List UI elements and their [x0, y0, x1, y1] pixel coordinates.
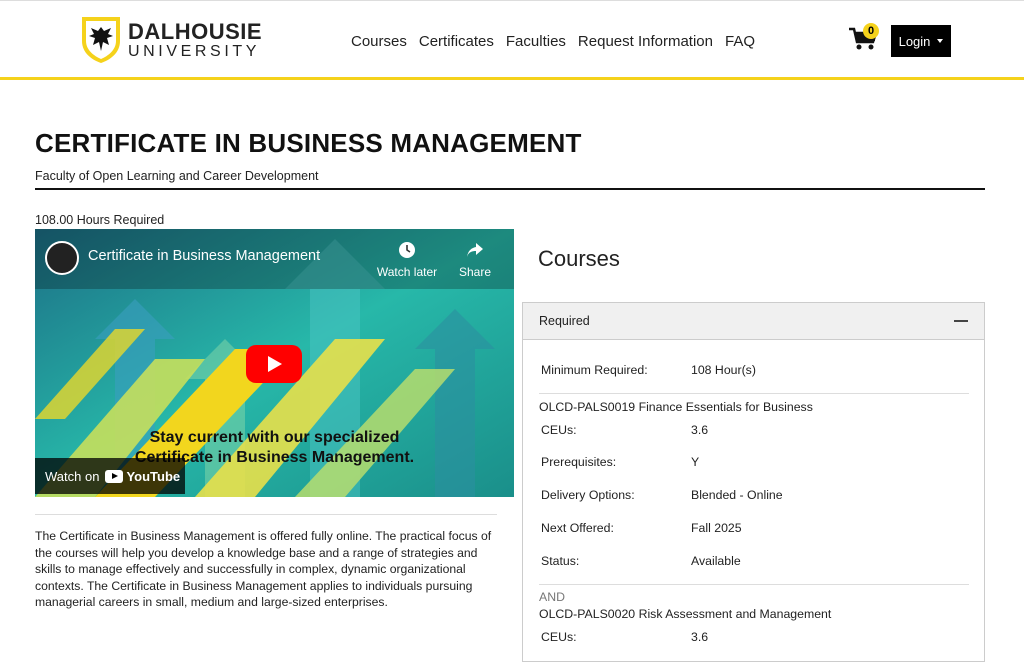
- program-description: The Certificate in Business Management i…: [35, 529, 492, 610]
- status-label: Status:: [541, 554, 580, 568]
- cart-count-badge: 0: [863, 23, 879, 39]
- share-button[interactable]: Share: [455, 241, 495, 279]
- clock-icon: [399, 242, 415, 258]
- watch-later-label: Watch later: [376, 265, 438, 279]
- prerequisites-value: Y: [691, 455, 700, 469]
- channel-avatar[interactable]: [45, 241, 79, 275]
- description-divider: [35, 514, 497, 515]
- youtube-logo: YouTube: [105, 469, 180, 484]
- title-divider: [35, 188, 985, 190]
- prerequisites-label: Prerequisites:: [541, 455, 617, 469]
- course-title-pals0020[interactable]: OLCD-PALS0020 Risk Assessment and Manage…: [539, 607, 831, 621]
- ceus-value: 3.6: [691, 630, 709, 644]
- watch-on-label: Watch on: [45, 468, 100, 484]
- status-value: Available: [691, 554, 741, 568]
- dalhousie-logo[interactable]: DALHOUSIE UNIVERSITY: [80, 15, 262, 65]
- nav-faq[interactable]: FAQ: [725, 33, 755, 50]
- nav-faculties[interactable]: Faculties: [506, 33, 566, 50]
- hours-required: 108.00 Hours Required: [35, 213, 165, 227]
- watch-on-youtube-button[interactable]: Watch on YouTube: [35, 458, 185, 494]
- ceus-label: CEUs:: [541, 423, 577, 437]
- youtube-play-icon: [105, 469, 124, 483]
- login-button[interactable]: Login: [891, 25, 951, 57]
- chevron-down-icon: [937, 39, 944, 43]
- delivery-options-value: Blended - Online: [691, 488, 783, 502]
- faculty-name: Faculty of Open Learning and Career Deve…: [35, 169, 319, 183]
- share-icon: [467, 243, 483, 257]
- required-courses-panel: Required Minimum Required: 108 Hour(s) O…: [522, 302, 985, 662]
- next-offered-value: Fall 2025: [691, 521, 742, 535]
- required-panel-header[interactable]: Required: [523, 303, 984, 340]
- nav-request-information[interactable]: Request Information: [578, 33, 713, 50]
- video-embed[interactable]: Certificate in Business Management Watch…: [35, 229, 514, 497]
- site-header: DALHOUSIE UNIVERSITY Courses Certificate…: [0, 0, 1024, 80]
- nav-certificates[interactable]: Certificates: [419, 33, 494, 50]
- video-title[interactable]: Certificate in Business Management: [88, 248, 320, 264]
- required-panel-label: Required: [539, 314, 590, 328]
- main-nav: Courses Certificates Faculties Request I…: [351, 33, 755, 50]
- minimum-required-label: Minimum Required:: [541, 363, 648, 377]
- watch-later-button[interactable]: Watch later: [375, 241, 439, 279]
- next-offered-label: Next Offered:: [541, 521, 614, 535]
- logo-sub-text: UNIVERSITY: [128, 42, 261, 60]
- delivery-options-label: Delivery Options:: [541, 488, 635, 502]
- divider: [539, 393, 969, 394]
- page-title: CERTIFICATE IN BUSINESS MANAGEMENT: [35, 128, 582, 158]
- course-title-pals0019[interactable]: OLCD-PALS0019 Finance Essentials for Bus…: [539, 400, 813, 414]
- youtube-label: YouTube: [126, 468, 181, 484]
- shield-icon: [82, 17, 120, 63]
- share-label: Share: [458, 265, 492, 279]
- collapse-icon[interactable]: [954, 320, 968, 322]
- minimum-required-value: 108 Hour(s): [691, 363, 756, 377]
- divider: [539, 584, 969, 585]
- play-button[interactable]: [246, 345, 302, 383]
- courses-heading: Courses: [538, 246, 620, 271]
- and-connector: AND: [539, 590, 565, 604]
- ceus-value: 3.6: [691, 423, 709, 437]
- nav-courses[interactable]: Courses: [351, 33, 407, 50]
- video-caption-line1: Stay current with our specialized: [149, 429, 400, 446]
- ceus-label: CEUs:: [541, 630, 577, 644]
- logo-main-text: DALHOUSIE: [128, 18, 263, 44]
- login-label: Login: [898, 33, 931, 49]
